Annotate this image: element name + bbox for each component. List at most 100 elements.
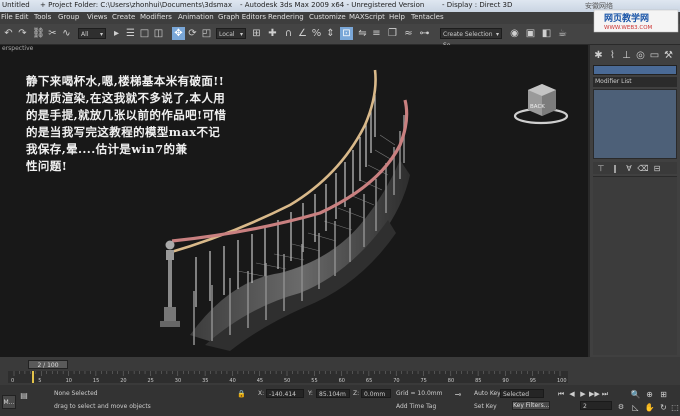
previous-frame-icon[interactable]: ◀	[567, 388, 577, 398]
go-to-start-icon[interactable]: ⏮	[556, 388, 566, 398]
hierarchy-tab-icon[interactable]: ⊥	[620, 49, 633, 62]
percent-snap-icon[interactable]: %	[310, 27, 323, 40]
select-move-icon[interactable]: ✥	[172, 27, 185, 40]
next-frame-icon[interactable]: ▶▶	[589, 388, 600, 398]
menu-customize[interactable]: Customize	[309, 13, 346, 21]
select-scale-icon[interactable]: ◰	[200, 27, 213, 40]
time-configuration-icon[interactable]: ⚙	[616, 401, 626, 411]
redo-icon[interactable]: ↷	[16, 27, 29, 40]
auto-key-button[interactable]: Auto Key	[474, 390, 501, 397]
key-filters-button[interactable]: Key Filters...	[512, 401, 550, 410]
field-of-view-icon[interactable]: ◺	[630, 401, 641, 412]
set-key-button[interactable]: Set Key	[474, 403, 497, 410]
menu-views[interactable]: Views	[87, 13, 107, 21]
track-tick-label: 75	[421, 378, 427, 383]
taskbar-button[interactable]: M...	[2, 395, 16, 409]
menu-edit[interactable]: Edit	[15, 13, 29, 21]
curve-editor-icon[interactable]: ≈	[402, 27, 415, 40]
menu-graph-editors[interactable]: Graph Editors	[218, 13, 266, 21]
menu-group[interactable]: Group	[58, 13, 79, 21]
select-object-icon[interactable]: ▸	[110, 27, 123, 40]
undo-icon[interactable]: ↶	[2, 27, 15, 40]
menu-help[interactable]: Help	[389, 13, 405, 21]
menu-create[interactable]: Create	[112, 13, 135, 21]
selection-set-dropdown[interactable]: Selected	[500, 389, 544, 398]
y-coord-field[interactable]: 85.104m	[316, 389, 350, 398]
create-tab-icon[interactable]: ✱	[592, 49, 605, 62]
stack-controls: ⊤ ‖ ∀ ⌫ ⊟	[593, 162, 677, 174]
make-unique-icon[interactable]: ∀	[623, 162, 635, 174]
maximize-viewport-icon[interactable]: ⬚	[670, 401, 680, 412]
object-name-field[interactable]	[593, 65, 677, 75]
time-slider[interactable]: 2 / 100	[28, 360, 68, 369]
unlink-icon[interactable]: ✂	[46, 27, 59, 40]
quick-render-icon[interactable]: ☕	[556, 27, 569, 40]
track-tick-label: 55	[311, 378, 317, 383]
utilities-tab-icon[interactable]: ⚒	[662, 49, 675, 62]
x-coord-label: X:	[258, 390, 265, 397]
zoom-all-icon[interactable]: ⊕	[644, 388, 655, 399]
play-icon[interactable]: ▶	[578, 388, 588, 398]
add-time-tag-button[interactable]: Add Time Tag	[396, 403, 436, 410]
angle-snap-icon[interactable]: ∠	[296, 27, 309, 40]
zoom-icon[interactable]: 🔍	[630, 388, 641, 399]
window-crossing-icon[interactable]: ◫	[152, 27, 165, 40]
zoom-extents-icon[interactable]: ⊞	[658, 388, 669, 399]
configure-sets-icon[interactable]: ⊟	[651, 162, 663, 174]
orbit-icon[interactable]: ↻	[658, 401, 669, 412]
material-editor-icon[interactable]: ◉	[508, 27, 521, 40]
motion-tab-icon[interactable]: ◎	[634, 49, 647, 62]
z-coord-field[interactable]: 0.0mm	[361, 389, 391, 398]
selection-filter-dropdown[interactable]: All	[78, 28, 106, 40]
remove-modifier-icon[interactable]: ⌫	[637, 162, 649, 174]
reference-coordinate-dropdown[interactable]: Local	[216, 28, 246, 40]
lock-selection-icon[interactable]: 🔒	[236, 388, 247, 399]
pan-view-icon[interactable]: ✋	[644, 401, 655, 412]
select-manipulate-icon[interactable]: ✚	[266, 27, 279, 40]
pin-stack-icon[interactable]: ⊤	[595, 162, 607, 174]
edit-named-selections-icon[interactable]: ⊡	[340, 27, 353, 40]
perspective-viewport[interactable]: erspective 静下来喝杯水,嗯,楼梯基本米有破面!! 加材质渲染,在这我…	[0, 45, 590, 357]
modifier-list-dropdown[interactable]: Modifier List	[593, 77, 677, 87]
display-tab-icon[interactable]: ▭	[648, 49, 661, 62]
menu-animation[interactable]: Animation	[178, 13, 214, 21]
menu-tools[interactable]: Tools	[34, 13, 51, 21]
align-icon[interactable]: ≡	[370, 27, 383, 40]
select-by-name-icon[interactable]: ☰	[124, 27, 137, 40]
spinner-snap-icon[interactable]: ⇕	[324, 27, 337, 40]
render-setup-icon[interactable]: ▣	[524, 27, 537, 40]
track-tick-label: 15	[93, 378, 99, 383]
x-coord-field[interactable]: -140.414	[266, 389, 304, 398]
current-frame-field[interactable]: 2	[580, 401, 612, 410]
time-slider-area: 2 / 100 0 5 10 15 20 25 30 35 40 45 50 55 60 65 70 75 80…	[0, 357, 680, 385]
menu-rendering[interactable]: Rendering	[268, 13, 304, 21]
select-link-icon[interactable]: ⛓	[32, 27, 45, 40]
maxscript-listener-icon[interactable]: ▤	[18, 389, 30, 401]
track-bar[interactable]: 0 5 10 15 20 25 30 35 40 45 50 55 60 65 70 75 80 85 90 95 10…	[8, 371, 568, 383]
mirror-icon[interactable]: ⇋	[356, 27, 369, 40]
menu-modifiers[interactable]: Modifiers	[140, 13, 172, 21]
set-key-mode-icon[interactable]: ⊸	[452, 388, 464, 400]
go-to-end-icon[interactable]: ⏭	[600, 388, 610, 398]
snaps-toggle-icon[interactable]: ∩	[282, 27, 295, 40]
modify-tab-icon[interactable]: ⌇	[606, 49, 619, 62]
watermark-site-url: WWW.WEB3.COM	[604, 25, 653, 31]
viewcube-widget[interactable]: BACK	[512, 80, 570, 126]
select-rotate-icon[interactable]: ⟳	[186, 27, 199, 40]
menu-file[interactable]: File	[1, 13, 13, 21]
viewcube-face-label: BACK	[530, 104, 545, 110]
menu-tentacles[interactable]: Tentacles	[411, 13, 444, 21]
modifier-stack-view[interactable]	[593, 89, 677, 159]
named-selection-set-dropdown[interactable]: Create Selection Se	[440, 28, 502, 49]
render-frame-icon[interactable]: ◧	[540, 27, 553, 40]
command-panel: ✱ ⌇ ⊥ ◎ ▭ ⚒ Modifier List ⊤ ‖ ∀ ⌫ ⊟	[590, 45, 680, 357]
track-tick-label: 100	[557, 378, 567, 383]
selection-region-icon[interactable]: □	[138, 27, 151, 40]
watermark-site-name: 网页教学网	[604, 12, 649, 24]
schematic-view-icon[interactable]: ⊶	[418, 27, 431, 40]
show-end-result-icon[interactable]: ‖	[609, 162, 621, 174]
layer-manager-icon[interactable]: ❐	[386, 27, 399, 40]
bind-space-warp-icon[interactable]: ∿	[60, 27, 73, 40]
pivot-center-icon[interactable]: ⊞	[250, 27, 263, 40]
menu-maxscript[interactable]: MAXScript	[349, 13, 385, 21]
